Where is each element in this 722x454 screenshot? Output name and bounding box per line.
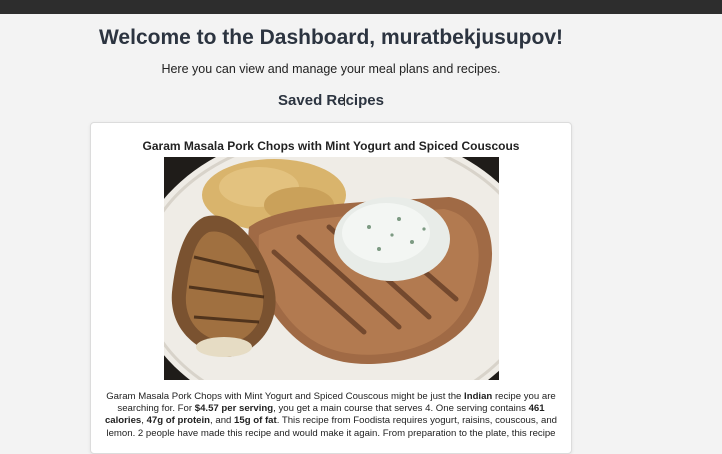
- page-subtitle: Here you can view and manage your meal p…: [161, 62, 501, 76]
- saved-recipes-heading: Saved Recipes: [278, 92, 384, 109]
- recipe-card[interactable]: Garam Masala Pork Chops with Mint Yogurt…: [90, 122, 572, 454]
- recipe-summary: Garam Masala Pork Chops with Mint Yogurt…: [103, 391, 559, 440]
- summary-cuisine: Indian: [464, 391, 493, 402]
- summary-price: $4.57 per serving: [194, 403, 274, 415]
- summary-text: , you get a main course that serves 4. O…: [273, 403, 529, 415]
- top-nav-bar: [0, 0, 722, 14]
- summary-fat: 15g of fat: [234, 415, 277, 427]
- recipe-title[interactable]: Garam Masala Pork Chops with Mint Yogurt…: [91, 139, 571, 153]
- summary-text: , and: [210, 415, 235, 427]
- summary-text: Garam Masala Pork Chops with Mint Yogurt…: [106, 391, 465, 402]
- text-cursor-icon: [344, 94, 351, 106]
- recipe-photo-icon[interactable]: [164, 157, 499, 380]
- page-title: Welcome to the Dashboard, muratbekjusupo…: [98, 26, 564, 49]
- dashboard-main: Welcome to the Dashboard, muratbekjusupo…: [0, 14, 722, 454]
- summary-protein: 47g of protein: [146, 415, 211, 427]
